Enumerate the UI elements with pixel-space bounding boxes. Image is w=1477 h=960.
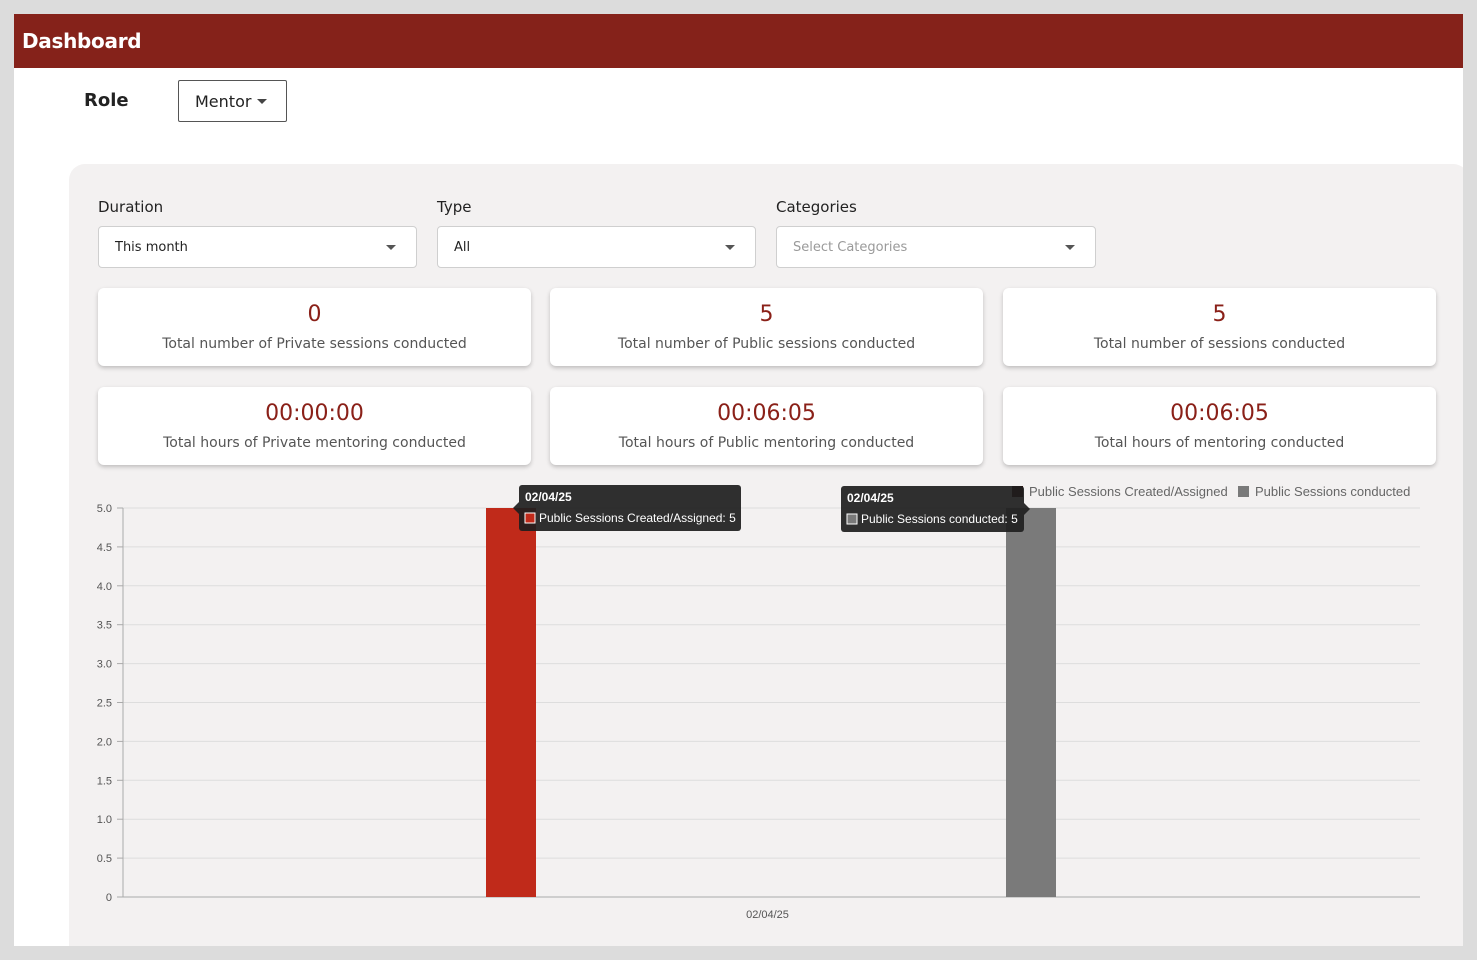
tooltip-swatch — [524, 512, 536, 524]
tooltip-title: 02/04/25 — [525, 490, 572, 504]
dashboard-panel: Duration This month Type All Categories … — [69, 164, 1463, 946]
tooltip-swatch — [846, 513, 858, 525]
y-tick-label: 1.0 — [97, 814, 112, 826]
y-tick-label: 3.5 — [97, 620, 112, 632]
x-tick-label: 02/04/25 — [746, 909, 789, 921]
legend-swatch — [1238, 486, 1249, 497]
app-frame: Dashboard Role Mentor Duration This mont… — [14, 14, 1463, 946]
y-tick-label: 2.5 — [97, 698, 112, 710]
tooltip-text: Public Sessions Created/Assigned: 5 — [539, 511, 736, 525]
page-title: Dashboard — [22, 29, 142, 53]
sessions-bar-chart: 0 0.5 1.0 1.5 2.0 2.5 3.0 3.5 4.0 4.5 5.0 02/04/25 P… — [97, 484, 1420, 921]
y-tick-label: 0.5 — [97, 853, 112, 865]
y-tick-label: 4.5 — [97, 542, 112, 554]
y-tick-label: 3.0 — [97, 659, 112, 671]
bar-created — [486, 508, 536, 897]
legend-label: Public Sessions Created/Assigned — [1029, 484, 1228, 499]
top-bar: Dashboard — [14, 14, 1463, 68]
y-tick-label: 0 — [106, 892, 112, 904]
y-tick-label: 5.0 — [97, 503, 112, 515]
y-tick-label: 1.5 — [97, 775, 112, 787]
role-label: Role — [84, 90, 129, 111]
bar-conducted — [1006, 508, 1056, 897]
y-tick-label: 2.0 — [97, 736, 112, 748]
role-dropdown-button[interactable]: Mentor — [178, 80, 287, 122]
legend-label: Public Sessions conducted — [1255, 484, 1410, 499]
role-selected-value: Mentor — [195, 91, 252, 111]
caret-down-icon — [257, 98, 268, 104]
y-tick-label: 4.0 — [97, 581, 112, 593]
tooltip-title: 02/04/25 — [847, 491, 894, 505]
tooltip-text: Public Sessions conducted: 5 — [861, 512, 1018, 526]
